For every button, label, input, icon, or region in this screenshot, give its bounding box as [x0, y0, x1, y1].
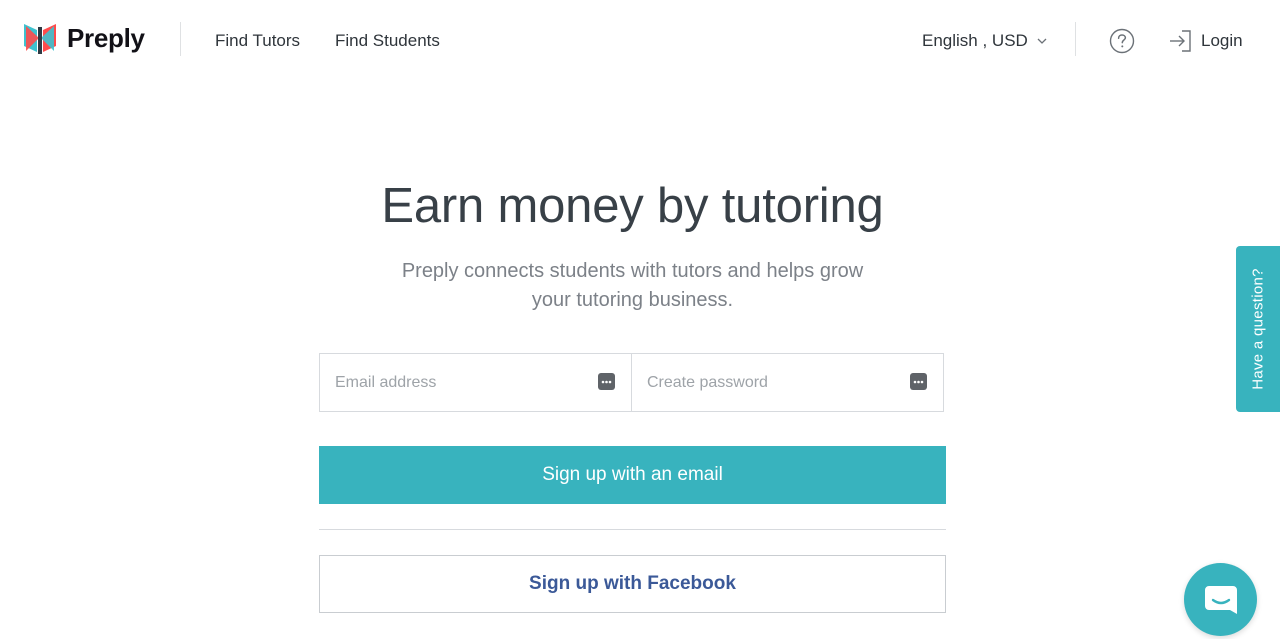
help-circle-icon[interactable]	[1109, 28, 1135, 54]
top-header: Preply Find Tutors Find Students English…	[0, 0, 1280, 82]
nav-find-tutors[interactable]: Find Tutors	[215, 31, 300, 51]
password-input[interactable]	[632, 354, 943, 411]
login-label: Login	[1201, 31, 1243, 50]
chevron-down-icon	[1037, 38, 1047, 44]
have-a-question-tab[interactable]: Have a question?	[1236, 246, 1280, 412]
login-link[interactable]: Login	[1168, 29, 1243, 53]
brand-logo[interactable]: Preply	[23, 21, 145, 55]
header-divider-left	[180, 22, 181, 56]
password-dots-icon[interactable]	[910, 373, 927, 390]
password-field-container	[631, 353, 944, 412]
brand-name: Preply	[67, 22, 145, 53]
header-divider-right	[1075, 22, 1076, 56]
signup-email-button[interactable]: Sign up with an email	[319, 446, 946, 504]
email-input[interactable]	[320, 354, 631, 411]
page-subtitle: Preply connects students with tutors and…	[401, 260, 864, 311]
chat-bubble-icon	[1204, 585, 1237, 614]
chat-launcher-button[interactable]	[1184, 563, 1257, 636]
signup-facebook-button[interactable]: Sign up with Facebook	[319, 555, 946, 613]
have-a-question-label: Have a question?	[1249, 268, 1267, 390]
nav-find-students[interactable]: Find Students	[335, 31, 440, 51]
language-currency-select[interactable]: English , USD	[922, 31, 1047, 51]
email-field-container	[319, 353, 632, 412]
language-currency-label: English , USD	[922, 31, 1028, 50]
password-dots-icon[interactable]	[598, 373, 615, 390]
page-title: Earn money by tutoring	[381, 179, 884, 233]
form-divider	[319, 529, 946, 530]
login-arrow-icon	[1170, 30, 1191, 52]
preply-logo-icon	[24, 24, 56, 54]
